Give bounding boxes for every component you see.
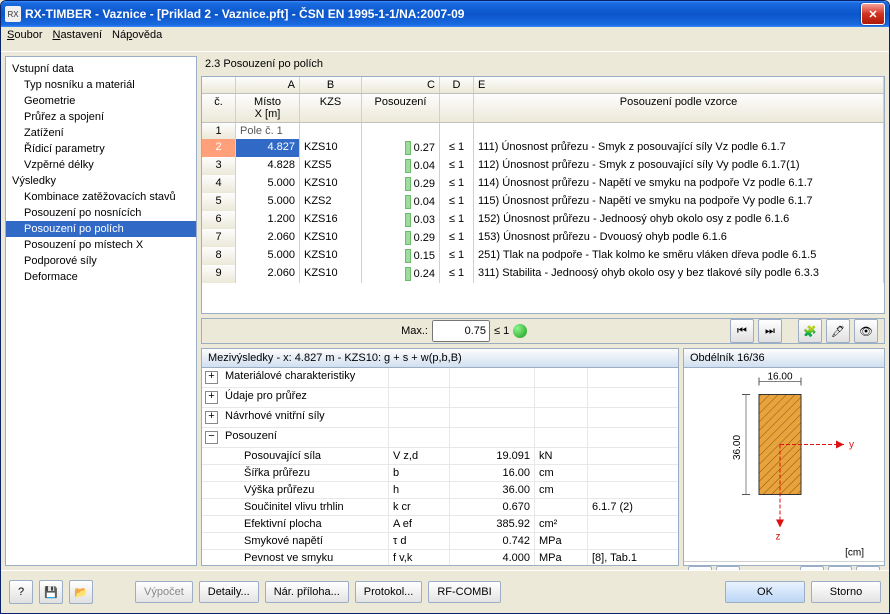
ok-button[interactable]: OK xyxy=(725,581,805,603)
nav-item[interactable]: Kombinace zatěžovacích stavů xyxy=(6,189,196,205)
col-C-label: Posouzení xyxy=(362,94,440,122)
nav-item-selected[interactable]: Posouzení po polích xyxy=(6,221,196,237)
filter-button[interactable]: 🧩 xyxy=(798,319,822,343)
table-row[interactable]: 92.060KZS100.24≤ 1311) Stabilita - Jedno… xyxy=(202,265,884,283)
col-n: č. xyxy=(202,94,236,122)
table-row[interactable]: 45.000KZS100.29≤ 1114) Únosnost průřezu … xyxy=(202,175,884,193)
lower-panels: Mezivýsledky - x: 4.827 m - KZS10: g + s… xyxy=(201,348,885,566)
nav-prev-button[interactable]: ⏮ xyxy=(730,319,754,343)
col-B-label: KZS xyxy=(300,94,362,122)
nav-item[interactable]: Geometrie xyxy=(6,93,196,109)
col-E[interactable]: E xyxy=(474,77,884,93)
section-panel: Obdélník 16/36 xyxy=(683,348,885,566)
col-A-unit: X [m] xyxy=(240,108,295,120)
detail-group[interactable]: +Návrhové vnitřní síly xyxy=(202,408,678,428)
table-row[interactable]: 55.000KZS20.04≤ 1115) Únosnost průřezu -… xyxy=(202,193,884,211)
nav-item[interactable]: Posouzení po nosnících xyxy=(6,205,196,221)
max-limit: ≤ 1 xyxy=(494,325,509,337)
col-A-label: Místo xyxy=(240,96,295,108)
detail-row: Posouvající sílaV z,d19.091kN xyxy=(202,448,678,465)
protocol-button[interactable]: Protokol... xyxy=(355,581,423,603)
dim-height: 36.00 xyxy=(732,435,743,460)
bottom-button-bar: ? 💾 📂 Výpočet Detaily... Nár. příloha...… xyxy=(1,570,889,613)
client-area: Vstupní data Typ nosníku a materiál Geom… xyxy=(1,52,889,570)
nav-item[interactable]: Zatížení xyxy=(6,125,196,141)
table-row[interactable]: 85.000KZS100.15≤ 1251) Tlak na podpoře -… xyxy=(202,247,884,265)
calc-button[interactable]: Výpočet xyxy=(135,581,193,603)
menu-file[interactable]: Soubor xyxy=(7,29,42,49)
detail-row: Smykové napětíτ d0.742MPa xyxy=(202,533,678,550)
unit-label: [cm] xyxy=(845,548,864,559)
axis-z: z xyxy=(776,532,781,543)
details-panel: Mezivýsledky - x: 4.827 m - KZS10: g + s… xyxy=(201,348,679,566)
results-grid[interactable]: A B C D E č. Místo X [m] KZS Posouzení P… xyxy=(201,76,885,314)
window-title: RX-TIMBER - Vaznice - [Priklad 2 - Vazni… xyxy=(25,7,861,21)
section-title: Obdélník 16/36 xyxy=(684,349,884,368)
app-window: RX RX-TIMBER - Vaznice - [Priklad 2 - Va… xyxy=(0,0,890,614)
cancel-button[interactable]: Storno xyxy=(811,581,881,603)
detail-group[interactable]: +Údaje pro průřez xyxy=(202,388,678,408)
table-row[interactable]: 24.827KZS100.27≤ 1111) Únosnost průřezu … xyxy=(202,139,884,157)
menu-bar: Soubor Nastavení Nápověda xyxy=(1,27,889,52)
detail-row: Výška průřezuh36.00cm xyxy=(202,482,678,499)
nav-root-input[interactable]: Vstupní data xyxy=(6,61,196,77)
nav-next-button[interactable]: ⏭ xyxy=(758,319,782,343)
dim-width: 16.00 xyxy=(767,372,792,383)
detail-group[interactable]: −Posouzení xyxy=(202,428,678,448)
view-button[interactable]: 👁 xyxy=(854,319,878,343)
details-button[interactable]: Detaily... xyxy=(199,581,259,603)
col-E-label: Posouzení podle vzorce xyxy=(474,94,884,122)
open-button[interactable]: 📂 xyxy=(69,580,93,604)
table-row[interactable]: 34.828KZS50.04≤ 1112) Únosnost průřezu -… xyxy=(202,157,884,175)
national-annex-button[interactable]: Nár. příloha... xyxy=(265,581,349,603)
col-D[interactable]: D xyxy=(440,77,474,93)
detail-group[interactable]: +Materiálové charakteristiky xyxy=(202,368,678,388)
col-C[interactable]: C xyxy=(362,77,440,93)
table-row[interactable]: 72.060KZS100.29≤ 1153) Únosnost průřezu … xyxy=(202,229,884,247)
table-caption: 2.3 Posouzení po polích xyxy=(201,56,885,72)
detail-row: Součinitel vlivu trhlink cr0.6706.1.7 (2… xyxy=(202,499,678,516)
main-panel: 2.3 Posouzení po polích A B C D E č. Mís… xyxy=(201,56,885,566)
max-value-input[interactable] xyxy=(432,320,490,342)
table-row[interactable]: 61.200KZS160.03≤ 1152) Únosnost průřezu … xyxy=(202,211,884,229)
cross-section-drawing: 16.00 36.00 y z [cm] xyxy=(684,368,884,561)
max-label: Max.: xyxy=(208,325,428,337)
col-B[interactable]: B xyxy=(300,77,362,93)
nav-item[interactable]: Průřez a spojení xyxy=(6,109,196,125)
nav-item[interactable]: Vzpěrné délky xyxy=(6,157,196,173)
axis-y: y xyxy=(849,440,854,451)
nav-item[interactable]: Typ nosníku a materiál xyxy=(6,77,196,93)
app-icon: RX xyxy=(5,6,21,22)
nav-root-results[interactable]: Výsledky xyxy=(6,173,196,189)
nav-item[interactable]: Posouzení po místech X xyxy=(6,237,196,253)
close-button[interactable]: ✕ xyxy=(861,3,885,25)
navigator-tree[interactable]: Vstupní data Typ nosníku a materiál Geom… xyxy=(5,56,197,566)
detail-row: Efektivní plochaA ef385.92cm² xyxy=(202,516,678,533)
detail-row: Šířka průřezub16.00cm xyxy=(202,465,678,482)
nav-item[interactable]: Řídicí parametry xyxy=(6,141,196,157)
help-button[interactable]: ? xyxy=(9,580,33,604)
rf-combi-button[interactable]: RF-COMBI xyxy=(428,581,500,603)
menu-settings[interactable]: Nastavení xyxy=(52,29,102,49)
menu-help[interactable]: Nápověda xyxy=(112,29,162,49)
save-button[interactable]: 💾 xyxy=(39,580,63,604)
detail-row: Pevnost ve smykuf v,k4.000MPa[8], Tab.1 xyxy=(202,550,678,565)
title-bar[interactable]: RX RX-TIMBER - Vaznice - [Priklad 2 - Va… xyxy=(1,1,889,27)
ok-led-icon xyxy=(513,324,527,338)
nav-item[interactable]: Podporové síly xyxy=(6,253,196,269)
color-button[interactable]: 🖊 xyxy=(826,319,850,343)
details-title: Mezivýsledky - x: 4.827 m - KZS10: g + s… xyxy=(202,349,678,368)
nav-item[interactable]: Deformace xyxy=(6,269,196,285)
max-bar: Max.: ≤ 1 ⏮ ⏭ 🧩 🖊 👁 xyxy=(201,318,885,344)
col-A[interactable]: A xyxy=(236,77,300,93)
